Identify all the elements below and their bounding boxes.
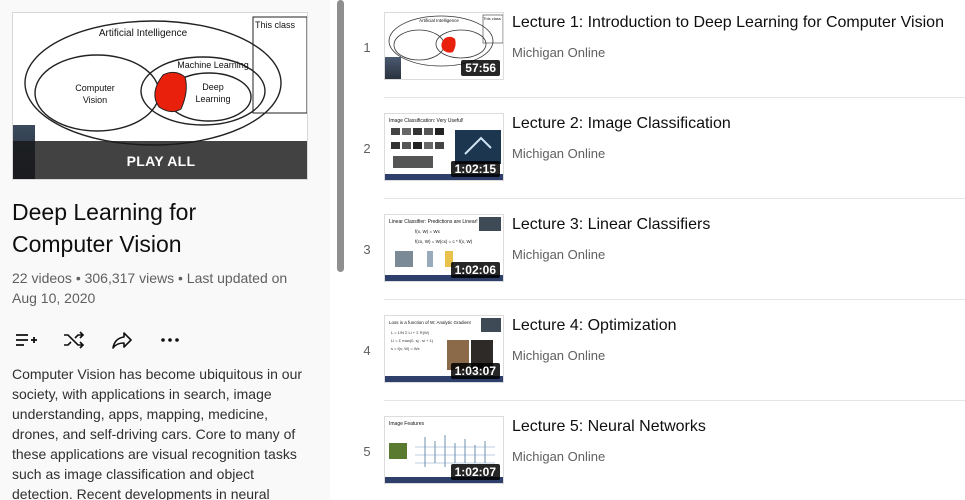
- video-index: 3: [363, 242, 371, 257]
- svg-text:f(cx, W) = W(cx) = c * f(x, W): f(cx, W) = W(cx) = c * f(x, W): [415, 239, 473, 244]
- video-row[interactable]: 5 Image Features 1:02:07 Lecture 5: Neur…: [352, 404, 965, 500]
- video-row[interactable]: 1 Artificial Intelligence This class 57:…: [352, 0, 965, 101]
- video-thumbnail[interactable]: Loss is a function of W: Analytic Gradie…: [384, 315, 504, 383]
- svg-text:Image Features: Image Features: [389, 421, 425, 427]
- scrollbar-thumb[interactable]: [337, 0, 344, 272]
- video-channel[interactable]: Michigan Online: [512, 45, 605, 60]
- video-channel[interactable]: Michigan Online: [512, 247, 605, 262]
- add-to-queue-button[interactable]: [12, 326, 40, 354]
- video-title[interactable]: Lecture 4: Optimization: [512, 315, 677, 337]
- video-index: 2: [363, 141, 371, 156]
- shuffle-icon: [64, 331, 85, 349]
- shuffle-button[interactable]: [60, 326, 88, 354]
- video-thumbnail[interactable]: Image Features 1:02:07: [384, 416, 504, 484]
- video-row[interactable]: 4 Loss is a function of W: Analytic Grad…: [352, 303, 965, 404]
- svg-text:Image Classification: Very Use: Image Classification: Very Useful!: [389, 118, 463, 124]
- share-icon: [112, 332, 132, 349]
- video-channel[interactable]: Michigan Online: [512, 146, 605, 161]
- play-all-button[interactable]: PLAY ALL: [13, 141, 307, 179]
- playlist-title-line2: Computer Vision: [12, 231, 182, 257]
- label-artificial-intelligence: Artificial Intelligence: [99, 28, 188, 39]
- label-this-class: This class: [255, 20, 296, 30]
- video-title[interactable]: Lecture 1: Introduction to Deep Learning…: [512, 12, 944, 34]
- playlist-hero-thumbnail[interactable]: Artificial Intelligence This class Compu…: [12, 12, 308, 180]
- row-divider: [384, 400, 965, 401]
- video-duration: 1:02:15: [450, 161, 500, 177]
- video-title[interactable]: Lecture 3: Linear Classifiers: [512, 214, 710, 236]
- playlist-updated: Aug 10, 2020: [12, 290, 96, 306]
- share-button[interactable]: [108, 326, 136, 354]
- video-row[interactable]: 2 Image Classification: Very Useful! 1:0…: [352, 101, 965, 202]
- video-channel[interactable]: Michigan Online: [512, 348, 605, 363]
- video-duration: 1:02:07: [450, 464, 500, 480]
- label-deep: Deep: [202, 82, 224, 92]
- svg-text:s = f(x; W) = Wx: s = f(x; W) = Wx: [391, 346, 420, 351]
- playlist-actions: [12, 326, 184, 354]
- svg-text:This class: This class: [483, 16, 501, 21]
- more-button[interactable]: [156, 326, 184, 354]
- video-index: 5: [363, 444, 371, 459]
- row-divider: [384, 198, 965, 199]
- row-divider: [384, 299, 965, 300]
- add-to-queue-icon: [16, 334, 37, 346]
- video-duration: 1:03:07: [450, 363, 500, 379]
- speaker-inset: [385, 57, 401, 79]
- label-machine-learning: Machine Learning: [177, 60, 249, 70]
- playlist-description: Computer Vision has become ubiquitous in…: [12, 366, 303, 500]
- video-thumbnail[interactable]: Image Classification: Very Useful! 1:02:…: [384, 113, 504, 181]
- playlist-meta: 22 videos • 306,317 views • Last updated…: [12, 268, 312, 308]
- video-thumbnail[interactable]: Linear Classifier: Predictions are Linea…: [384, 214, 504, 282]
- playlist-sidebar: Artificial Intelligence This class Compu…: [0, 0, 330, 500]
- label-learning: Learning: [195, 94, 230, 104]
- video-row[interactable]: 3 Linear Classifier: Predictions are Lin…: [352, 202, 965, 303]
- video-duration: 57:56: [461, 60, 500, 76]
- svg-text:Linear Classifier: Predictions: Linear Classifier: Predictions are Linea…: [389, 219, 478, 225]
- video-list: 1 Artificial Intelligence This class 57:…: [352, 0, 965, 500]
- playlist-stats: 22 videos • 306,317 views • Last updated…: [12, 270, 288, 286]
- playlist-title-line1: Deep Learning for: [12, 199, 197, 225]
- more-icon: [161, 338, 179, 342]
- playlist-title[interactable]: Deep Learning for Computer Vision: [12, 196, 312, 260]
- label-vision: Vision: [83, 95, 107, 105]
- video-thumbnail[interactable]: Artificial Intelligence This class 57:56: [384, 12, 504, 80]
- video-channel[interactable]: Michigan Online: [512, 449, 605, 464]
- video-index: 1: [363, 40, 371, 55]
- svg-text:Li = Σ max(0, sj - si + 1): Li = Σ max(0, sj - si + 1): [391, 338, 434, 343]
- row-divider: [384, 97, 965, 98]
- svg-text:Artificial Intelligence: Artificial Intelligence: [419, 18, 459, 23]
- video-title[interactable]: Lecture 2: Image Classification: [512, 113, 731, 135]
- video-index: 4: [363, 343, 371, 358]
- svg-text:L = 1/N Σ Li + Σ R(W): L = 1/N Σ Li + Σ R(W): [391, 330, 430, 335]
- svg-text:f(x, W) = Wx: f(x, W) = Wx: [415, 229, 441, 234]
- svg-text:Loss is a function of W: Analy: Loss is a function of W: Analytic Gradie…: [389, 320, 471, 325]
- label-computer: Computer: [75, 83, 115, 93]
- video-title[interactable]: Lecture 5: Neural Networks: [512, 416, 706, 438]
- video-duration: 1:02:06: [450, 262, 500, 278]
